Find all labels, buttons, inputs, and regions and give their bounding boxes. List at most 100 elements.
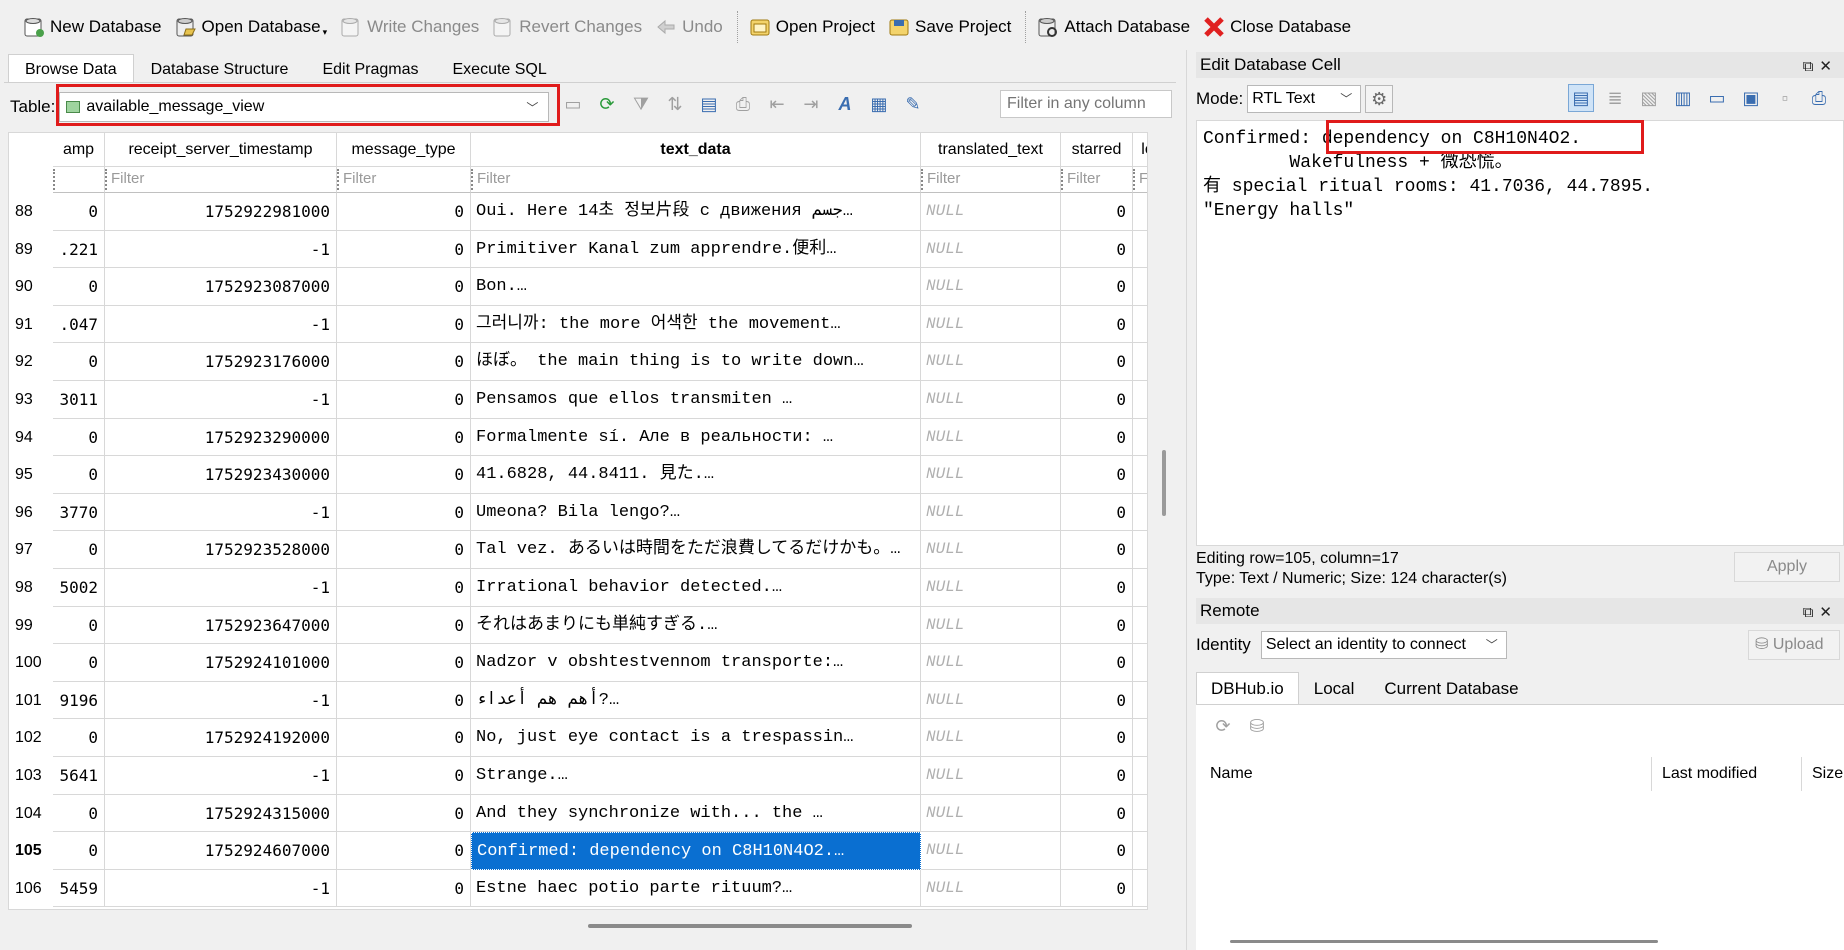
cell-text-data[interactable]: ほぼ。 the main thing is to write down… [471, 343, 921, 381]
cell-amp[interactable]: 0 [53, 456, 105, 494]
cell-receipt-server-timestamp[interactable]: 1752922981000 [105, 193, 337, 231]
row-number[interactable]: 90 [9, 268, 53, 306]
cell-text-data[interactable]: Formalmente sí. Але в реальности: … [471, 418, 921, 457]
cell-translated-text[interactable]: NULL [921, 644, 1061, 682]
chevron-down-icon[interactable]: ▾ [323, 27, 328, 38]
cell-amp[interactable]: 0 [53, 644, 105, 682]
cell-lo[interactable] [1133, 231, 1147, 269]
cell-message-type[interactable]: 0 [337, 305, 471, 344]
cell-starred[interactable]: 0 [1061, 305, 1133, 344]
cell-receipt-server-timestamp[interactable]: 1752923087000 [105, 268, 337, 306]
auto-format-icon[interactable]: ≣ [1602, 84, 1628, 112]
cell-receipt-server-timestamp[interactable]: 1752923430000 [105, 456, 337, 494]
gear-icon[interactable]: ⚙ [1365, 85, 1394, 113]
splitter[interactable] [1186, 50, 1187, 950]
tab-database-structure[interactable]: Database Structure [134, 54, 306, 82]
cell-lo[interactable] [1133, 870, 1147, 908]
cell-text-data[interactable]: أهم هم أعداء?… [471, 681, 921, 720]
cell-receipt-server-timestamp[interactable]: -1 [105, 681, 337, 720]
cell-text-data[interactable]: Tal vez. あるいは時間をただ浪費してるだけかも。… [471, 531, 921, 569]
delete-record-icon[interactable]: ⇥ [798, 91, 824, 117]
cell-message-type[interactable]: 0 [337, 644, 471, 682]
new-database-button[interactable]: New Database [18, 11, 170, 43]
cell-starred[interactable]: 0 [1061, 456, 1133, 494]
row-number[interactable]: 94 [9, 418, 53, 456]
mode-select[interactable]: RTL Text ﹀ [1247, 85, 1362, 113]
remote-column-name[interactable]: Name [1200, 757, 1652, 791]
cell-message-type[interactable]: 0 [337, 268, 471, 306]
apply-button[interactable]: Apply [1734, 552, 1840, 582]
row-number[interactable]: 101 [9, 681, 53, 719]
cell-starred[interactable]: 0 [1061, 418, 1133, 457]
refresh-table-icon[interactable]: ▭ [560, 91, 586, 117]
cell-amp[interactable]: 0 [53, 268, 105, 306]
cell-message-type[interactable]: 0 [337, 757, 471, 795]
tab-local[interactable]: Local [1299, 672, 1370, 704]
refresh-icon[interactable]: ⟳ [1210, 713, 1236, 739]
column-header-message-type[interactable]: message_type [337, 133, 471, 167]
row-number[interactable]: 89 [9, 230, 53, 268]
row-number[interactable]: 103 [9, 757, 53, 794]
row-number[interactable]: 95 [9, 456, 53, 494]
cell-receipt-server-timestamp[interactable]: -1 [105, 305, 337, 344]
cell-translated-text[interactable]: NULL [921, 569, 1061, 607]
cell-translated-text[interactable]: NULL [921, 230, 1061, 269]
scroll-thumb[interactable] [1162, 450, 1166, 516]
cell-text-data[interactable]: And they synchronize with... the … [471, 794, 921, 833]
cell-starred[interactable]: 0 [1061, 493, 1133, 532]
import-icon[interactable]: ▧ [1636, 84, 1662, 112]
cell-amp[interactable]: 5641 [53, 757, 105, 795]
sort-icon[interactable]: ⇅ [662, 91, 688, 117]
row-number[interactable]: 93 [9, 381, 53, 418]
remote-column-size[interactable]: Size [1802, 757, 1844, 791]
cell-text-data[interactable]: Irrational behavior detected.… [471, 569, 921, 607]
cell-receipt-server-timestamp[interactable]: 1752923176000 [105, 343, 337, 381]
cell-receipt-server-timestamp[interactable]: 1752924192000 [105, 719, 337, 757]
cell-lo[interactable] [1133, 607, 1147, 645]
row-number[interactable]: 106 [9, 869, 53, 907]
cell-text-data[interactable]: Primitiver Kanal zum apprendre.便利… [471, 230, 921, 269]
cell-starred[interactable]: 0 [1061, 757, 1133, 795]
cell-receipt-server-timestamp[interactable]: 1752924607000 [105, 832, 337, 870]
tab-current-database[interactable]: Current Database [1369, 672, 1533, 704]
identity-select[interactable]: Select an identity to connect ﹀ [1260, 631, 1507, 659]
cell-amp[interactable]: 0 [53, 832, 105, 870]
tab-browse-data[interactable]: Browse Data [8, 54, 134, 82]
cell-receipt-server-timestamp[interactable]: 1752924101000 [105, 644, 337, 682]
cell-message-type[interactable]: 0 [337, 230, 471, 269]
row-number[interactable]: 102 [9, 719, 53, 757]
cell-receipt-server-timestamp[interactable]: -1 [105, 569, 337, 607]
column-filter-amp[interactable] [53, 167, 105, 193]
cell-lo[interactable] [1133, 569, 1147, 607]
cell-lo[interactable] [1133, 832, 1147, 870]
column-filter-receipt-server-timestamp[interactable]: Filter [105, 167, 337, 193]
row-number[interactable]: 105 [9, 832, 53, 870]
row-number[interactable]: 96 [9, 493, 53, 531]
dock-controls[interactable]: ⧉✕ [1803, 600, 1838, 626]
cell-text-data[interactable]: 41.6828, 44.8411. 見た.… [471, 456, 921, 494]
cell-translated-text[interactable]: NULL [921, 719, 1061, 757]
cell-starred[interactable]: 0 [1061, 230, 1133, 269]
cell-text-data[interactable]: Estne haec potio parte rituum?… [471, 869, 921, 908]
cell-translated-text[interactable]: NULL [921, 418, 1061, 457]
row-number[interactable]: 104 [9, 794, 53, 832]
clear-filters-icon[interactable]: ⧩ [628, 91, 654, 117]
cell-lo[interactable] [1133, 795, 1147, 833]
row-number[interactable]: 100 [9, 644, 53, 682]
row-number[interactable]: 98 [9, 569, 53, 606]
cell-receipt-server-timestamp[interactable]: 1752923647000 [105, 606, 337, 645]
cell-receipt-server-timestamp[interactable]: -1 [105, 381, 337, 419]
cell-starred[interactable]: 0 [1061, 381, 1133, 419]
revert-changes-button[interactable]: Revert Changes [487, 11, 650, 43]
row-number[interactable]: 97 [9, 531, 53, 569]
cell-translated-text[interactable]: NULL [921, 193, 1061, 231]
column-filter-message-type[interactable]: Filter [337, 167, 471, 193]
cell-lo[interactable] [1133, 306, 1147, 344]
column-header-starred[interactable]: starred [1061, 133, 1133, 167]
cell-message-type[interactable]: 0 [337, 681, 471, 720]
grid-horizontal-scrollbar[interactable] [588, 924, 912, 928]
column-filter-translated-text[interactable]: Filter [921, 167, 1061, 193]
open-project-button[interactable]: Open Project [744, 11, 883, 43]
cell-starred[interactable]: 0 [1061, 681, 1133, 720]
save-project-button[interactable]: Save Project [883, 11, 1019, 43]
